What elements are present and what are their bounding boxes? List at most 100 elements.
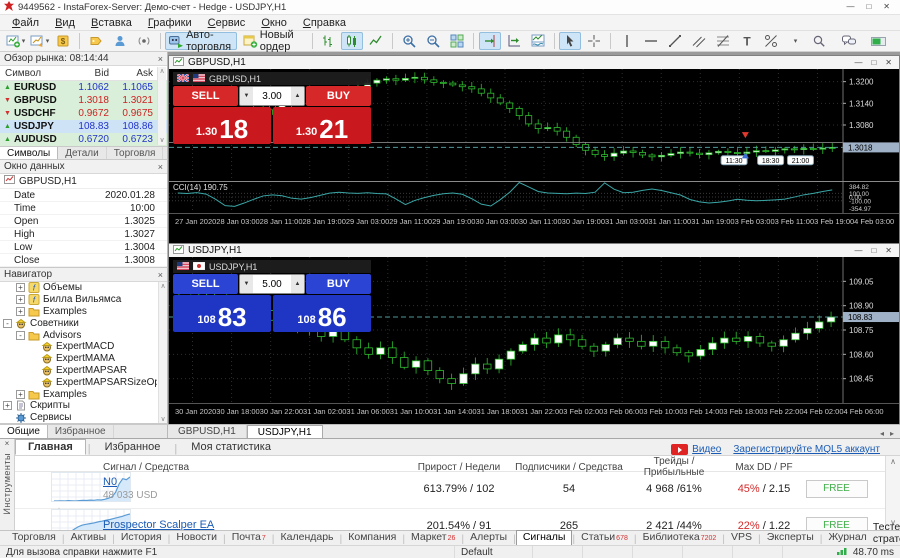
strategy-tester-tab[interactable]: Тестер стратегий — [873, 521, 900, 545]
buy-price-box[interactable]: 10886 — [273, 295, 371, 332]
window-minimize-button[interactable]: — — [846, 2, 854, 12]
free-price-button[interactable]: FREE — [806, 517, 868, 532]
bottom-tab-компания[interactable]: Компания — [342, 531, 402, 545]
menu-графики[interactable]: Графики — [140, 17, 200, 29]
signal-row[interactable]: N048 033 USD613.79% / 102544 968 /61%45%… — [15, 472, 885, 509]
bottom-tab-маркет[interactable]: Маркет26 — [405, 531, 461, 545]
volume-stepper[interactable]: ▼5.00▲ — [239, 274, 305, 294]
collapse-icon[interactable]: - — [16, 331, 25, 340]
market-watch-toggle-button[interactable]: $ — [52, 32, 74, 50]
volume-stepper[interactable]: ▼3.00▲ — [239, 86, 305, 106]
fibonacci-button[interactable] — [712, 32, 734, 50]
navigator-item[interactable]: Сервисы — [0, 412, 157, 423]
sell-button[interactable]: SELL — [173, 274, 238, 294]
navigator-tab-1[interactable]: Общие — [0, 425, 48, 438]
navigator-item[interactable]: ExpertMAMA — [0, 353, 157, 365]
candles-chart-button[interactable] — [341, 32, 363, 50]
bottom-tab-библиотека[interactable]: Библиотека7202 — [637, 531, 723, 545]
menu-файл[interactable]: Файл — [4, 17, 47, 29]
expand-icon[interactable]: + — [16, 390, 25, 399]
horizontal-line-button[interactable] — [640, 32, 662, 50]
zoom-out-button[interactable] — [422, 32, 444, 50]
chart-tab-gbpusd-h1[interactable]: GBPUSD,H1 — [168, 425, 247, 438]
expand-icon[interactable]: + — [3, 401, 12, 410]
navigator-item[interactable]: -Советники — [0, 317, 157, 329]
equidistant-channel-button[interactable] — [688, 32, 710, 50]
chart-close-button[interactable]: ✕ — [885, 58, 892, 67]
chart-restore-button[interactable]: □ — [871, 246, 876, 255]
menu-сервис[interactable]: Сервис — [200, 17, 254, 29]
expand-icon[interactable]: + — [16, 295, 25, 304]
navigator-item[interactable]: +fБилла Вильямса — [0, 294, 157, 306]
vertical-line-button[interactable] — [616, 32, 638, 50]
auto-scroll-button[interactable] — [503, 32, 525, 50]
menu-окно[interactable]: Окно — [253, 17, 295, 29]
bottom-tab-почта[interactable]: Почта7 — [226, 531, 272, 545]
tab-scroll-left-icon[interactable]: ◂ — [880, 429, 884, 438]
bottom-tab-алерты[interactable]: Алерты — [464, 531, 513, 545]
bottom-tab-активы[interactable]: Активы — [65, 531, 113, 545]
toolbox-scrollbar[interactable]: ∧∨ — [885, 456, 900, 530]
navigator-item[interactable]: +Скрипты — [0, 400, 157, 412]
navigator-scrollbar[interactable]: ∧∨ — [158, 282, 167, 423]
navigator-item[interactable]: +fОбъемы — [0, 282, 157, 294]
market-watch-row[interactable]: ▲EURUSD1.10621.1065 — [0, 81, 167, 94]
market-watch-tab-1[interactable]: Символы — [0, 147, 58, 159]
expand-icon[interactable]: + — [16, 283, 25, 292]
market-watch-tab-2[interactable]: Детали — [58, 147, 106, 159]
collapse-icon[interactable]: - — [3, 319, 12, 328]
bottom-tab-журнал[interactable]: Журнал — [822, 531, 872, 545]
navigator-item[interactable]: ExpertMAPSARSizeOptim — [0, 376, 157, 388]
search-button[interactable] — [808, 32, 830, 50]
menu-вставка[interactable]: Вставка — [83, 17, 140, 29]
chart-minimize-button[interactable]: — — [854, 58, 862, 67]
sell-button[interactable]: SELL — [173, 86, 238, 106]
sell-price-box[interactable]: 10883 — [173, 295, 271, 332]
navigator-item[interactable]: ExpertMACD — [0, 341, 157, 353]
chart-window-titlebar[interactable]: GBPUSD,H1 —□✕ — [169, 56, 899, 69]
tab-scroll-right-icon[interactable]: ▸ — [890, 429, 894, 438]
new-order-button[interactable]: Новый ордер — [239, 32, 307, 50]
volume-value[interactable]: 5.00 — [253, 275, 291, 293]
cursor-button[interactable] — [559, 32, 581, 50]
trendline-button[interactable] — [664, 32, 686, 50]
free-price-button[interactable]: FREE — [806, 480, 868, 498]
toolbox-tab-3[interactable]: Моя статистика — [179, 439, 283, 455]
buy-button[interactable]: BUY — [306, 86, 371, 106]
profiles-button[interactable]: ▾ — [28, 32, 50, 50]
bottom-tab-история[interactable]: История — [115, 531, 168, 545]
register-mql5-link[interactable]: Зарегистрируйте MQL5 аккаунт — [733, 444, 880, 455]
volume-value[interactable]: 3.00 — [253, 87, 291, 105]
volume-decrease-icon[interactable]: ▼ — [240, 275, 253, 293]
buy-button[interactable]: BUY — [306, 274, 371, 294]
volume-decrease-icon[interactable]: ▼ — [240, 87, 253, 105]
menu-справка[interactable]: Справка — [295, 17, 354, 29]
navigator-item[interactable]: -Advisors — [0, 329, 157, 341]
toolbox-tab-2[interactable]: Избранное — [93, 439, 173, 455]
chart-close-button[interactable]: ✕ — [885, 246, 892, 255]
chart-tab-usdjpy-h1[interactable]: USDJPY,H1 — [247, 425, 323, 438]
sell-price-box[interactable]: 1.3018 — [173, 107, 271, 144]
market-watch-tab-4[interactable]: Тики — [163, 147, 167, 159]
connection-status-button[interactable] — [868, 32, 890, 50]
volume-increase-icon[interactable]: ▲ — [291, 275, 304, 293]
bottom-tab-новости[interactable]: Новости — [170, 531, 223, 545]
indicators-list-button[interactable] — [527, 32, 549, 50]
navigator-item[interactable]: ExpertMAPSAR — [0, 365, 157, 377]
tile-windows-button[interactable] — [446, 32, 468, 50]
bottom-tab-эксперты[interactable]: Эксперты — [761, 531, 820, 545]
status-profile[interactable]: Default — [461, 547, 493, 558]
objects-button[interactable] — [760, 32, 782, 50]
crosshair-button[interactable] — [583, 32, 605, 50]
chat-button[interactable] — [838, 32, 860, 50]
bottom-tab-торговля[interactable]: Торговля — [6, 531, 62, 545]
buy-price-box[interactable]: 1.3021 — [273, 107, 371, 144]
navigator-item[interactable]: +Examples — [0, 306, 157, 318]
navigator-toggle-button[interactable] — [109, 32, 131, 50]
close-icon[interactable]: × — [158, 54, 163, 64]
close-icon[interactable]: × — [5, 439, 10, 449]
close-icon[interactable]: × — [158, 162, 163, 172]
toolbox-tab-1[interactable]: Главная — [15, 439, 86, 455]
zoom-in-button[interactable] — [398, 32, 420, 50]
objects-dropdown-button[interactable]: ▾ — [784, 32, 806, 50]
